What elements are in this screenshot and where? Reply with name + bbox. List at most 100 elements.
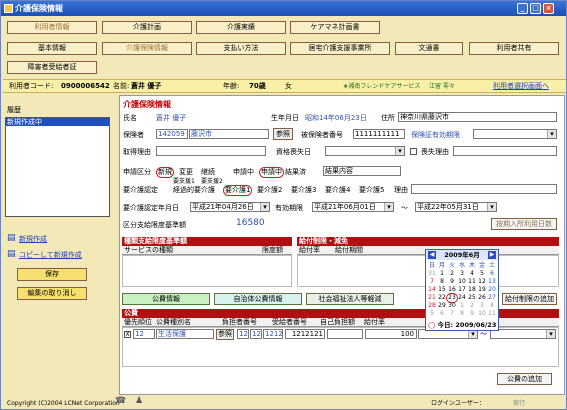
tab-public-expense[interactable]: 公費情報 bbox=[122, 293, 210, 305]
calendar-day[interactable]: 16 bbox=[447, 286, 457, 294]
tab-disability-cert[interactable]: 障害者受給者証 bbox=[7, 61, 97, 74]
calendar-day[interactable]: 7 bbox=[447, 310, 457, 318]
public-row-check[interactable]: X bbox=[124, 331, 131, 338]
care-level-3[interactable]: 要介護3 bbox=[291, 186, 316, 195]
calendar-day[interactable]: 30 bbox=[447, 302, 457, 310]
calendar-day[interactable]: 3 bbox=[457, 270, 467, 278]
calendar-day[interactable]: 11 bbox=[487, 310, 497, 318]
tab-care-results[interactable]: 介護実績 bbox=[196, 21, 286, 34]
short-stay-days-button[interactable]: 按期入所利用日数 bbox=[491, 218, 557, 230]
calendar-day[interactable]: 29 bbox=[437, 302, 447, 310]
loss-reason-check[interactable] bbox=[410, 148, 417, 155]
history-item[interactable]: 新規作成中 bbox=[6, 118, 109, 126]
result-content-field[interactable]: 結果内容 bbox=[323, 166, 401, 176]
cert-date-select[interactable]: 平成21年04月26日 bbox=[190, 202, 270, 212]
tab-payment-method[interactable]: 支払い方法 bbox=[196, 42, 286, 55]
today-link[interactable]: ◯ 今日: 2009/06/23 bbox=[428, 321, 496, 330]
calendar-day[interactable]: 21 bbox=[427, 294, 437, 302]
minimize-button[interactable]: _ bbox=[517, 3, 528, 14]
valid-from-select[interactable]: 平成21年06月01日 bbox=[312, 202, 394, 212]
public-ref-button[interactable]: 参照 bbox=[216, 329, 234, 340]
calendar-day[interactable]: 19 bbox=[477, 286, 487, 294]
calendar-day[interactable]: 11 bbox=[467, 278, 477, 286]
rate-field[interactable]: 100 bbox=[365, 329, 417, 339]
public-type-field[interactable]: 生活保護 bbox=[156, 329, 214, 339]
tab-insurance-info[interactable]: 介護保険情報 bbox=[102, 42, 192, 55]
tab-care-support-office[interactable]: 居宅介護支援事業所 bbox=[290, 42, 390, 55]
tab-care-plan[interactable]: 介護計画 bbox=[102, 21, 192, 34]
apply-opt-continue[interactable]: 継続 bbox=[201, 168, 215, 177]
care-level-5[interactable]: 要介護5 bbox=[359, 186, 384, 195]
insurer-name-field[interactable]: 藤沢市 bbox=[189, 129, 269, 139]
prev-month-icon[interactable]: ◀ bbox=[428, 251, 436, 259]
calendar-day[interactable]: 7 bbox=[427, 278, 437, 286]
reason-field[interactable] bbox=[411, 184, 557, 194]
calendar-day[interactable]: 9 bbox=[467, 310, 477, 318]
calendar-day[interactable]: 20 bbox=[487, 286, 497, 294]
calendar-day[interactable]: 6 bbox=[487, 270, 497, 278]
new-create-link[interactable]: 新規作成 bbox=[19, 235, 47, 244]
calendar-day[interactable]: 22 bbox=[437, 294, 447, 302]
calendar-day[interactable]: 26 bbox=[477, 294, 487, 302]
cancel-edit-button[interactable]: 編集の取り消し bbox=[17, 287, 87, 300]
save-button[interactable]: 保存 bbox=[17, 268, 87, 281]
calendar-day[interactable]: 27 bbox=[487, 294, 497, 302]
tab-caremanager-plan[interactable]: ケアマネ計画書 bbox=[290, 21, 380, 34]
tab-user-info[interactable]: 利用者情報 bbox=[7, 21, 97, 34]
calendar-day[interactable]: 5 bbox=[427, 310, 437, 318]
insured-no-field[interactable]: 1111111111 bbox=[353, 129, 405, 139]
tab-welfare-reduction[interactable]: 社会福祉法人等軽減 bbox=[306, 293, 394, 305]
address-field[interactable]: 神奈川県藤沢市 bbox=[398, 112, 557, 122]
calendar-day[interactable]: 15 bbox=[437, 286, 447, 294]
tab-user-shared[interactable]: 利用者共有 bbox=[469, 42, 559, 55]
loss-reason-field[interactable] bbox=[453, 146, 557, 156]
calendar-day[interactable]: 13 bbox=[487, 278, 497, 286]
back-to-user-select-link[interactable]: 利用者選択画面へ bbox=[493, 82, 549, 91]
calendar-day[interactable]: 2 bbox=[447, 270, 457, 278]
calendar-day[interactable]: 4 bbox=[487, 302, 497, 310]
calendar-day[interactable]: 25 bbox=[467, 294, 477, 302]
payer-no-2[interactable]: 12 bbox=[250, 329, 262, 339]
apply-opt-change[interactable]: 変更 bbox=[179, 168, 193, 177]
calendar-day[interactable]: 28 bbox=[427, 302, 437, 310]
support-level-top-2[interactable]: 要支援2 bbox=[201, 177, 223, 186]
add-public-expense-button[interactable]: 公費の追加 bbox=[497, 373, 552, 385]
calendar-day[interactable]: 3 bbox=[477, 302, 487, 310]
public-to-select[interactable] bbox=[490, 329, 556, 339]
acq-reason-field[interactable] bbox=[156, 146, 266, 156]
date-picker-popup[interactable]: ◀ 2009年6月 ▶ 日 月 火 水 木 金 土 31 1 2 3 4 5 6 7 8 9 10 1… bbox=[425, 249, 499, 331]
history-list[interactable]: 新規作成中 bbox=[5, 117, 110, 217]
tab-local-public-expense[interactable]: 自治体公費情報 bbox=[214, 293, 302, 305]
care-level-1[interactable]: 要介護1 bbox=[223, 185, 253, 196]
calendar-day[interactable]: 9 bbox=[447, 278, 457, 286]
tab-correspondence[interactable]: 文通書 bbox=[395, 42, 463, 55]
copy-create-link[interactable]: コピーして新規作成 bbox=[19, 251, 82, 260]
payer-no-1[interactable]: 12 bbox=[237, 329, 249, 339]
calendar-day[interactable]: 18 bbox=[467, 286, 477, 294]
calendar-day[interactable]: 12 bbox=[477, 278, 487, 286]
calendar-day[interactable]: 5 bbox=[477, 270, 487, 278]
calendar-day[interactable]: 14 bbox=[427, 286, 437, 294]
insurer-ref-button[interactable]: 参照 bbox=[273, 128, 293, 140]
calendar-day[interactable]: 17 bbox=[457, 286, 467, 294]
calendar-day[interactable]: 6 bbox=[437, 310, 447, 318]
payer-no-3[interactable]: 1212 bbox=[263, 329, 283, 339]
insurer-code-field[interactable]: 142059 bbox=[156, 129, 188, 139]
calendar-day[interactable]: 1 bbox=[457, 302, 467, 310]
calendar-day[interactable]: 31 bbox=[427, 270, 437, 278]
valid-to-select[interactable]: 平成22年05月31日 bbox=[415, 202, 497, 212]
cert-period-select[interactable] bbox=[473, 129, 557, 139]
calendar-day[interactable]: 8 bbox=[457, 310, 467, 318]
tab-basic-info[interactable]: 基本情報 bbox=[7, 42, 97, 55]
calendar-day[interactable]: 2 bbox=[467, 302, 477, 310]
self-pay-field[interactable] bbox=[327, 329, 363, 339]
calendar-day[interactable]: 23 bbox=[446, 293, 458, 303]
apply-status-done[interactable]: 結果済 bbox=[285, 168, 306, 177]
limit-grid-body[interactable] bbox=[122, 255, 292, 287]
apply-opt-new[interactable]: 新規 bbox=[156, 167, 174, 178]
add-benefit-limit-button[interactable]: 給付制限の追加 bbox=[502, 293, 557, 305]
calendar-day[interactable]: 8 bbox=[437, 278, 447, 286]
calendar-day[interactable]: 10 bbox=[457, 278, 467, 286]
care-level-2[interactable]: 要介護2 bbox=[257, 186, 282, 195]
support-level-top[interactable]: 要支援1 bbox=[173, 177, 195, 186]
